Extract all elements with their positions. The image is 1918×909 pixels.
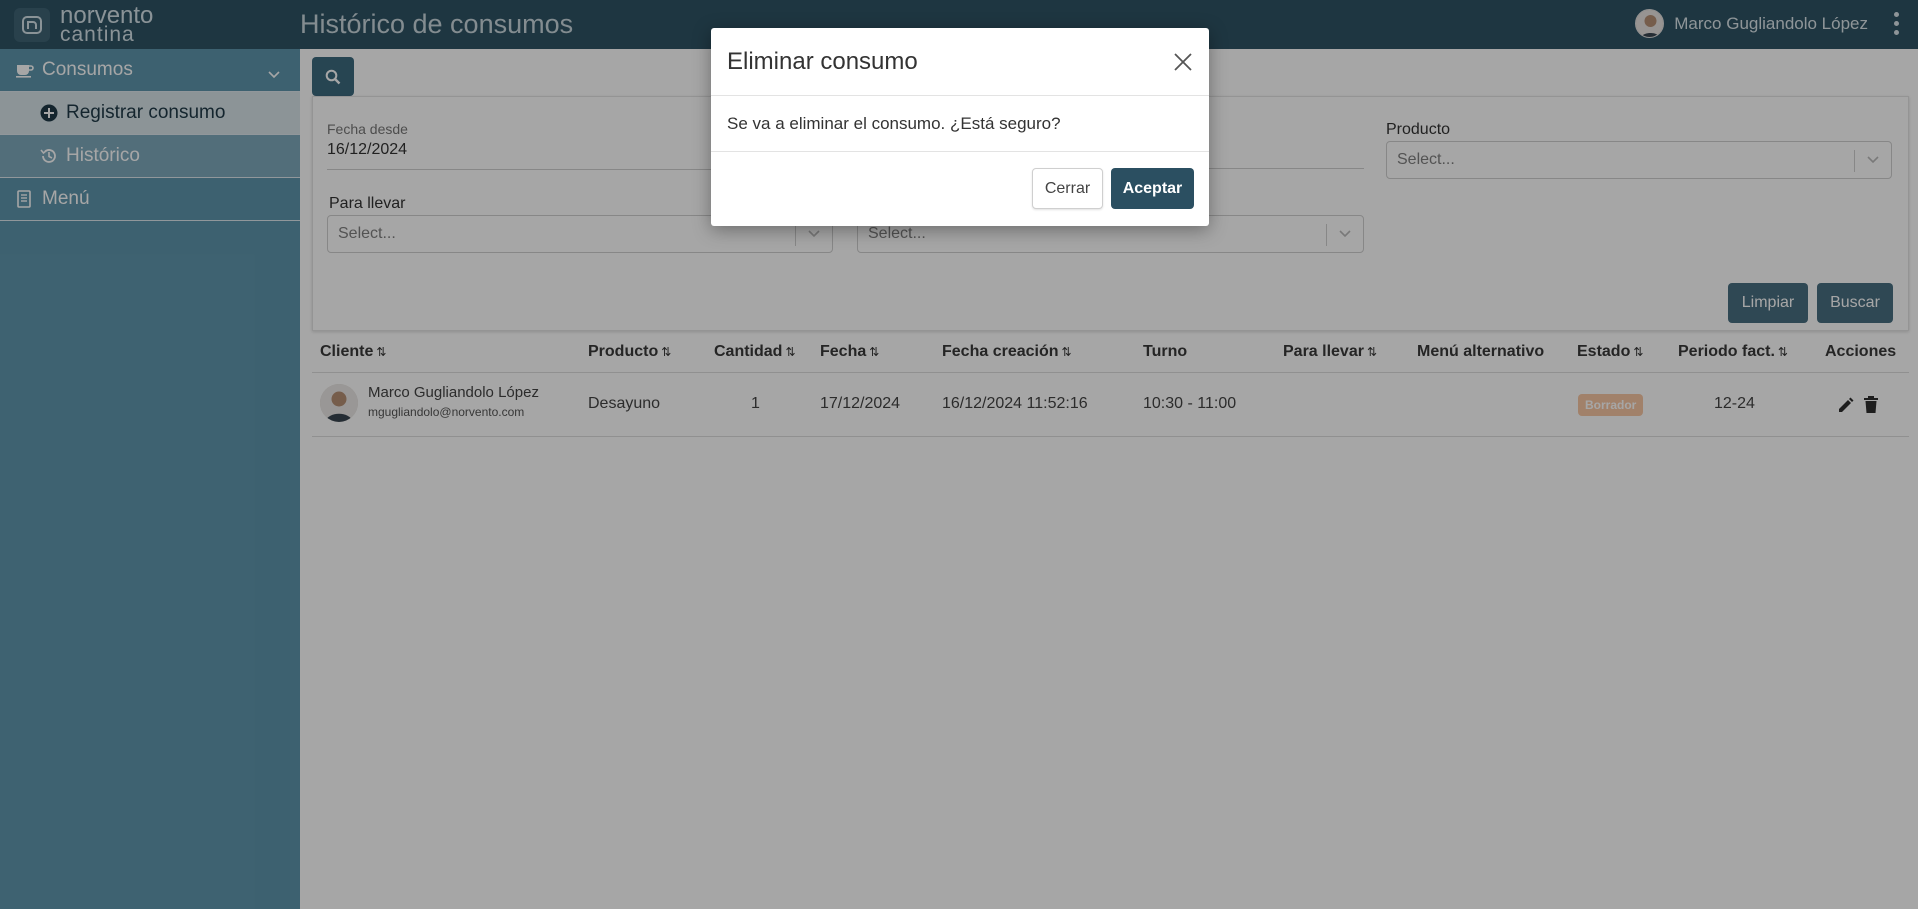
- modal-header: Eliminar consumo: [711, 28, 1209, 96]
- confirm-button[interactable]: Aceptar: [1111, 168, 1194, 209]
- modal-message: Se va a eliminar el consumo. ¿Está segur…: [711, 96, 1209, 152]
- cancel-button[interactable]: Cerrar: [1032, 168, 1103, 209]
- modal-footer: Cerrar Aceptar: [711, 152, 1209, 225]
- delete-confirm-dialog: Eliminar consumo Se va a eliminar el con…: [711, 28, 1209, 226]
- close-icon[interactable]: [1171, 50, 1195, 74]
- modal-title: Eliminar consumo: [727, 47, 918, 75]
